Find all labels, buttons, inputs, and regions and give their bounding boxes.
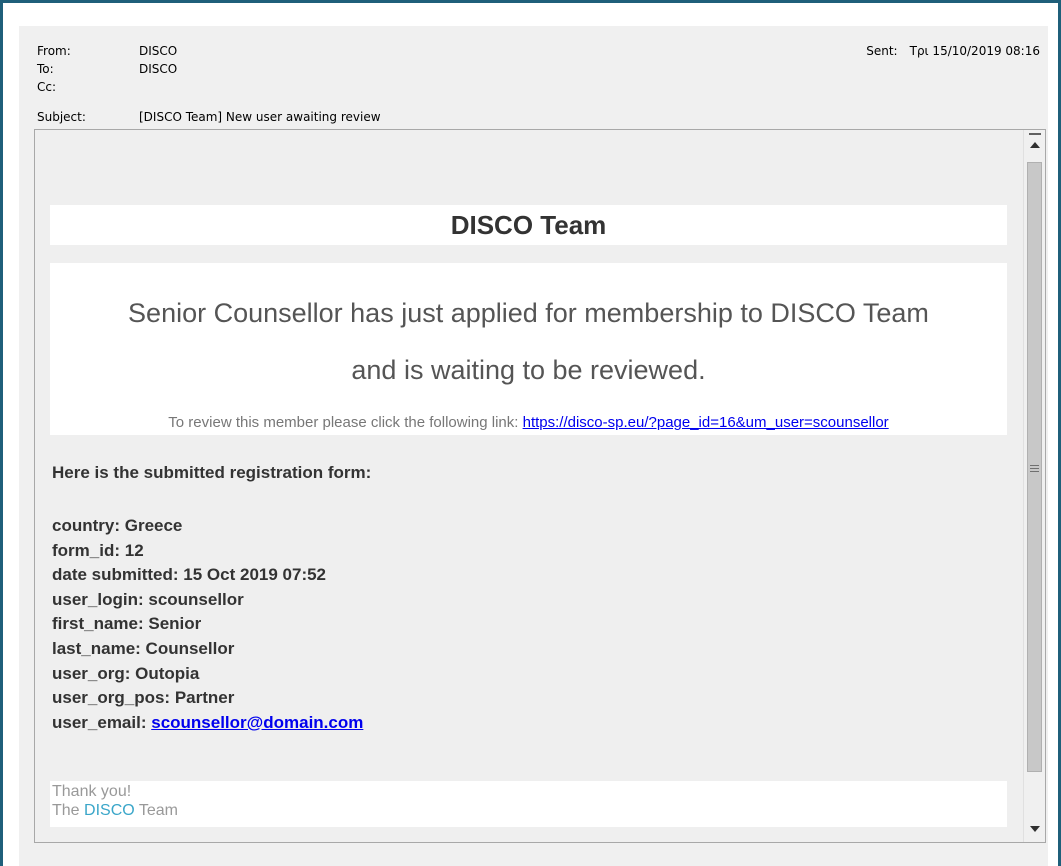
subject-value: [DISCO Team] New user awaiting review bbox=[139, 110, 381, 124]
sent-value: Τρι 15/10/2019 08:16 bbox=[909, 44, 1040, 58]
scroll-grip-icon bbox=[1030, 465, 1039, 474]
from-label: From: bbox=[37, 44, 71, 58]
form-title: Here is the submitted registration form: bbox=[52, 463, 372, 482]
field-form-id: form_id: 12 bbox=[52, 540, 144, 560]
cc-label: Cc: bbox=[37, 80, 57, 94]
to-label: To: bbox=[37, 62, 54, 76]
team-title: DISCO Team bbox=[50, 205, 1007, 245]
field-last-name: last_name: Counsellor bbox=[52, 638, 235, 658]
thanks-line: Thank you! bbox=[52, 783, 132, 800]
field-user-login: user_login: scounsellor bbox=[52, 589, 244, 609]
field-first-name: first_name: Senior bbox=[52, 614, 202, 634]
review-instruction: To review this member please click the f… bbox=[50, 414, 1007, 431]
signoff: Thank you! The DISCO Team bbox=[50, 781, 1007, 827]
review-link[interactable]: https://disco-sp.eu/?page_id=16&um_user=… bbox=[523, 414, 889, 431]
review-text: To review this member please click the f… bbox=[168, 414, 523, 431]
scroll-down-arrow-icon[interactable] bbox=[1030, 826, 1040, 832]
field-country: country: Greece bbox=[52, 516, 183, 535]
message-body[interactable]: DISCO Team Senior Counsellor has just ap… bbox=[34, 129, 1046, 843]
scroll-thumb[interactable] bbox=[1027, 162, 1042, 772]
from-value[interactable]: DISCO bbox=[139, 44, 177, 58]
intro-line-2: and is waiting to be reviewed. bbox=[351, 355, 706, 385]
sent-label: Sent: bbox=[866, 44, 898, 58]
scroll-top-line bbox=[1029, 133, 1041, 135]
intro-line-1: Senior Counsellor has just applied for m… bbox=[128, 298, 929, 328]
email-link[interactable]: scounsellor@domain.com bbox=[151, 713, 363, 732]
intro-section: Senior Counsellor has just applied for m… bbox=[50, 263, 1007, 435]
vertical-scrollbar[interactable] bbox=[1023, 130, 1045, 842]
registration-form: Here is the submitted registration form:… bbox=[50, 450, 1007, 742]
signoff-brand: DISCO bbox=[84, 802, 135, 819]
header-sent: Sent: Τρι 15/10/2019 08:16 bbox=[866, 44, 1040, 58]
form-fields: country: Greece form_id: 12 date submitt… bbox=[52, 514, 363, 735]
scroll-up-arrow-icon[interactable] bbox=[1030, 142, 1040, 148]
field-user-org: user_org: Outopia bbox=[52, 663, 200, 683]
field-date-submitted: date submitted: 15 Oct 2019 07:52 bbox=[52, 565, 327, 585]
subject-label: Subject: bbox=[37, 110, 86, 124]
signoff-line: The DISCO Team bbox=[52, 802, 178, 819]
field-user-email: user_email: scounsellor@domain.com bbox=[52, 711, 363, 736]
email-label: user_email: bbox=[52, 712, 152, 732]
message-content: DISCO Team Senior Counsellor has just ap… bbox=[35, 130, 1024, 842]
field-user-org-pos: user_org_pos: Partner bbox=[52, 688, 235, 708]
to-value[interactable]: DISCO bbox=[139, 62, 177, 76]
